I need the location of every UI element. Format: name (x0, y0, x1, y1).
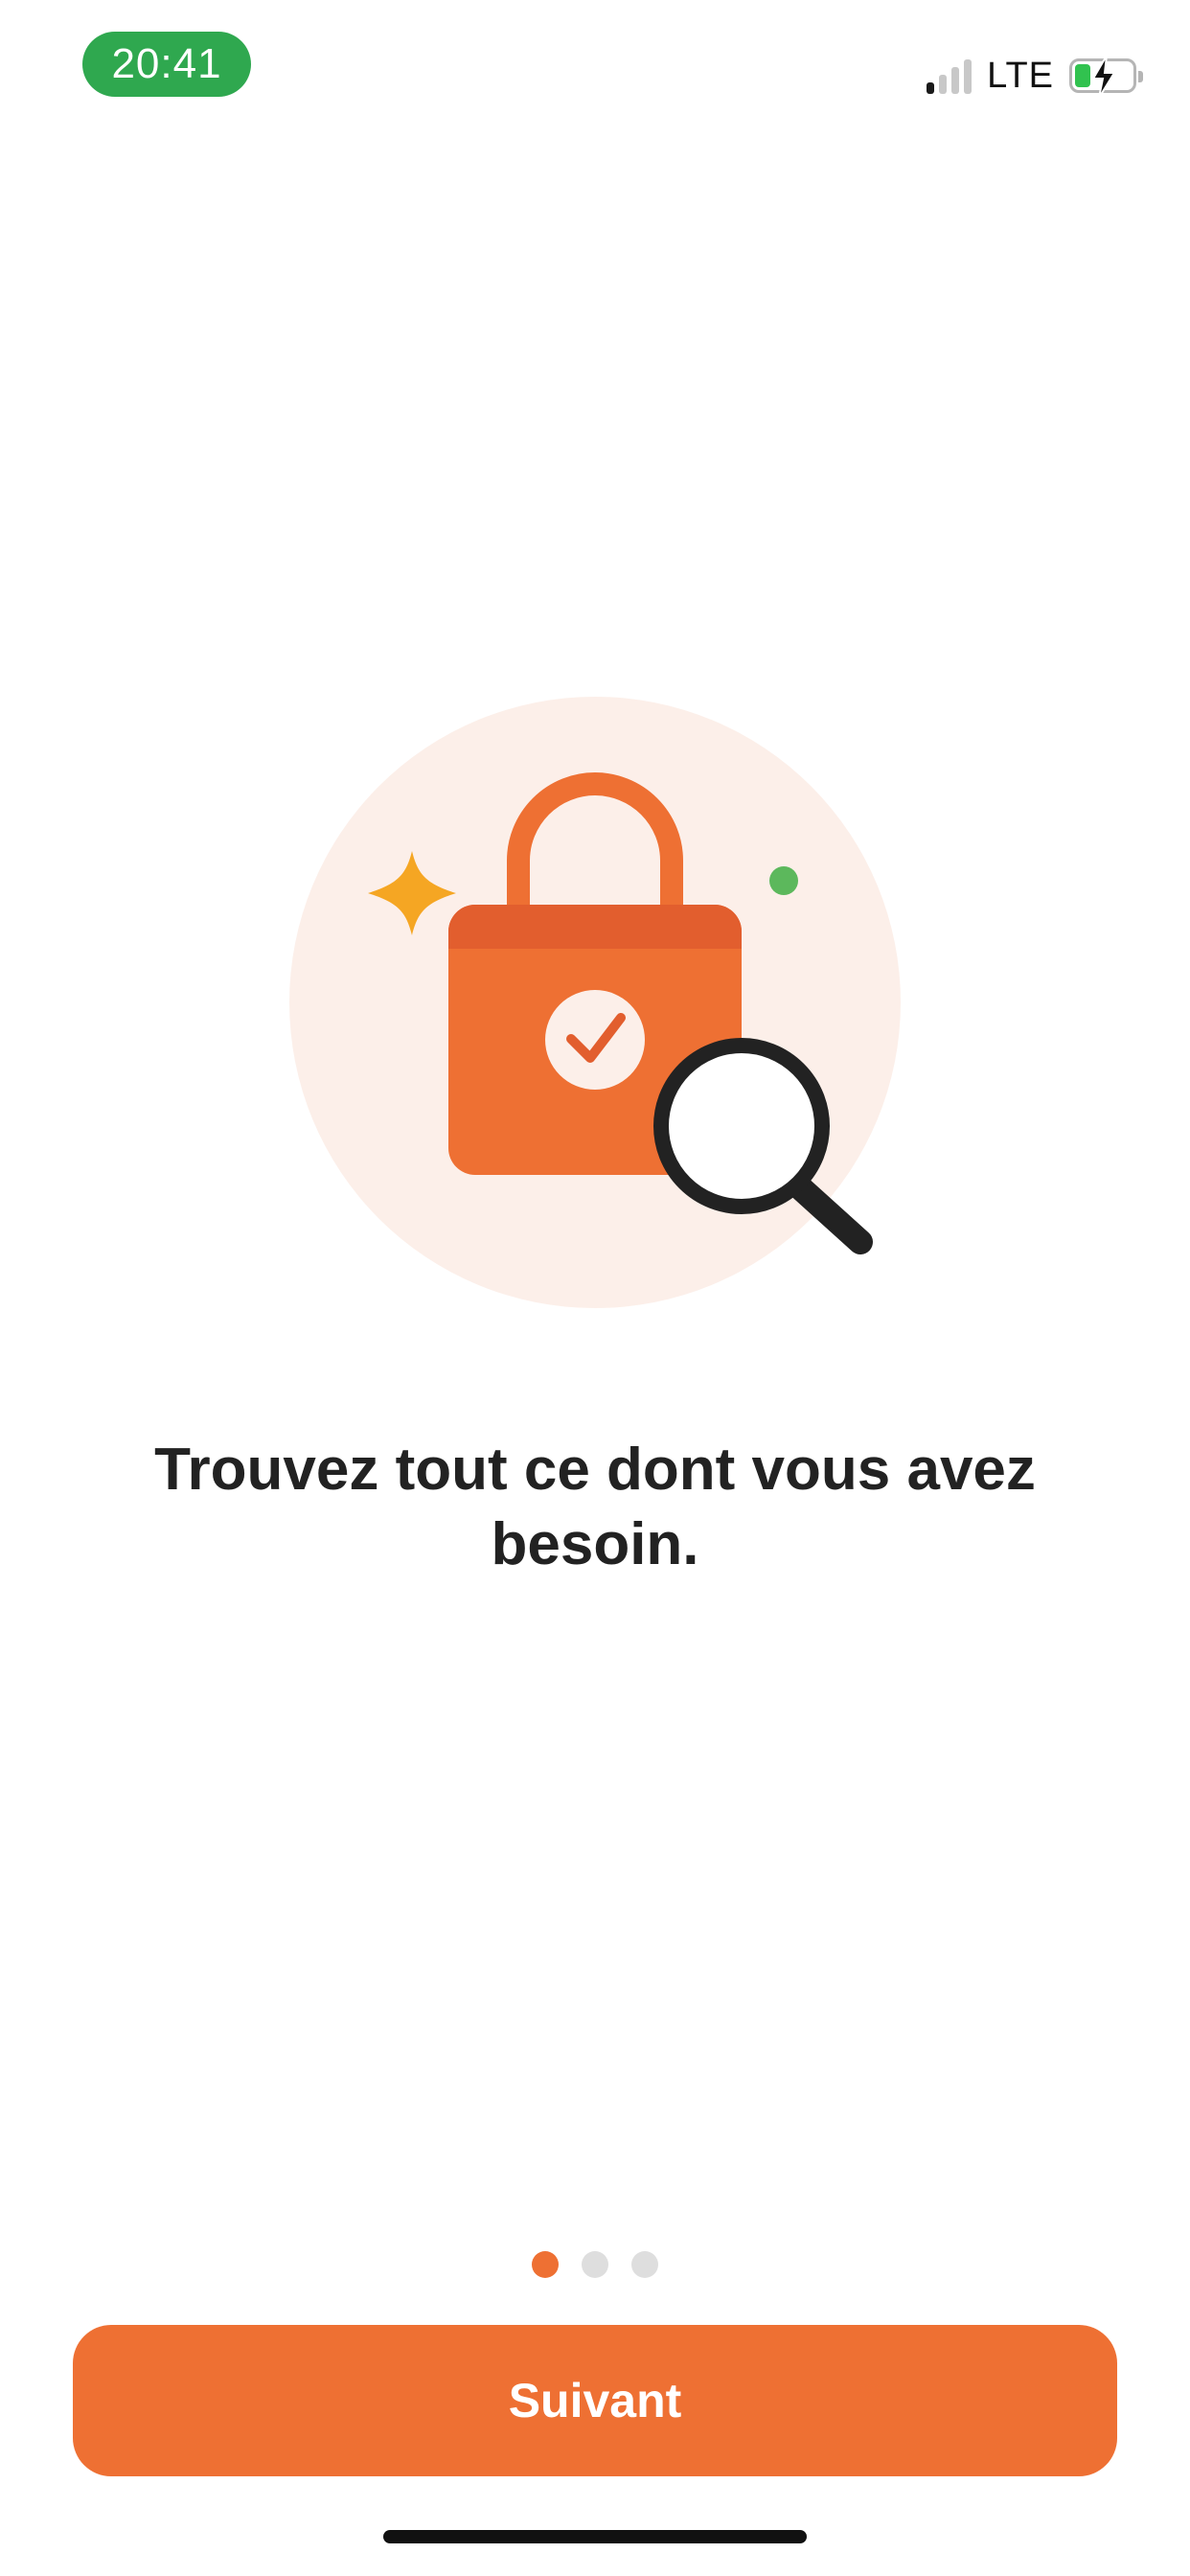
network-label: LTE (987, 55, 1054, 96)
signal-icon (927, 58, 973, 94)
home-indicator[interactable] (383, 2530, 807, 2543)
page-dot (582, 2251, 608, 2278)
status-bar-right: LTE (927, 52, 1143, 100)
page-dot-active (532, 2251, 559, 2278)
checkmark-icon (545, 990, 645, 1090)
next-button[interactable]: Suivant (73, 2325, 1117, 2476)
onboarding-illustration (289, 697, 901, 1308)
battery-charging-icon (1069, 56, 1143, 98)
onboarding-headline: Trouvez tout ce dont vous avez besoin. (154, 1437, 1036, 1577)
page-indicator (0, 2251, 1190, 2278)
dot-icon (769, 866, 798, 895)
status-time: 20:41 (82, 32, 251, 97)
page-dot (631, 2251, 658, 2278)
